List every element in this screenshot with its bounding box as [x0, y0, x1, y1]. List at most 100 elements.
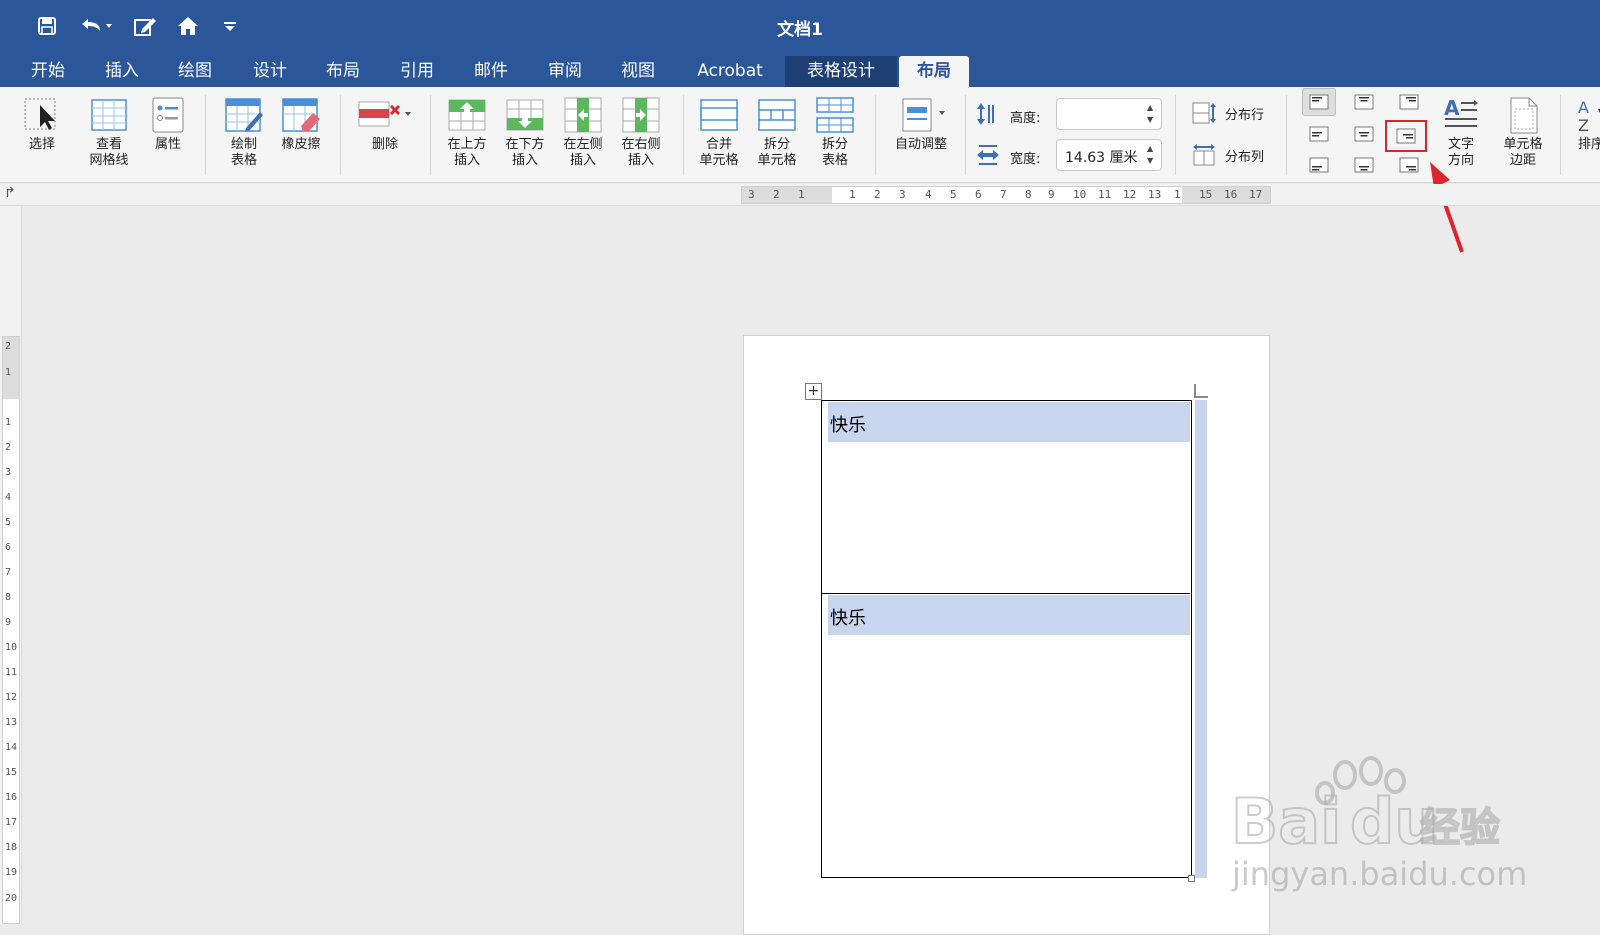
delete-button[interactable]: 删除 [354, 93, 416, 153]
ruler-tick: 16 [5, 792, 18, 803]
ribbon-separator [1560, 95, 1561, 175]
ruler-tick: 1 [5, 417, 12, 428]
ruler-tick: 1 [1174, 188, 1181, 201]
tab-mailings[interactable]: 邮件 [461, 56, 521, 87]
ruler-tick: 1 [849, 188, 856, 201]
width-label: 宽度: [1010, 152, 1041, 167]
ruler-tick: 5 [950, 188, 957, 201]
text-direction-icon: A [1441, 93, 1481, 137]
ruler-tick: 3 [5, 467, 12, 478]
horizontal-ruler[interactable]: ↱ 3 2 1 1 2 3 4 5 6 7 8 9 10 11 12 13 1 … [0, 184, 1600, 206]
table-resize-handle[interactable] [1188, 875, 1195, 882]
select-label: 选择 [28, 137, 55, 152]
align-bottom-center-button[interactable] [1347, 151, 1381, 179]
merge-cells-button[interactable]: 合并 单元格 [692, 93, 746, 169]
height-field[interactable]: ▲ ▼ [1056, 98, 1162, 130]
insert-above-button[interactable]: 在上方 插入 [440, 93, 494, 169]
table-move-handle-icon[interactable]: + [805, 383, 822, 400]
properties-button[interactable]: 属性 [142, 93, 194, 153]
insert-above-label: 在上方 插入 [447, 137, 487, 168]
ruler-tick: 11 [1098, 188, 1112, 201]
height-stepper[interactable]: ▲ ▼ [1147, 102, 1157, 126]
tab-table-layout[interactable]: 布局 [899, 56, 969, 87]
height-label: 高度: [1010, 111, 1041, 126]
sort-label: 排序 [1577, 137, 1600, 152]
align-top-center-button[interactable] [1347, 88, 1381, 116]
autofit-button[interactable]: 自动调整 [886, 93, 956, 153]
distribute-columns-button[interactable]: 分布列 [1191, 143, 1264, 167]
split-table-button[interactable]: 拆分 表格 [808, 93, 862, 169]
cell-selection [828, 595, 1190, 635]
eraser-button[interactable]: 橡皮擦 [275, 93, 327, 153]
tab-table-design[interactable]: 表格设计 [785, 56, 897, 87]
autofit-label: 自动调整 [894, 137, 947, 152]
insert-below-button[interactable]: 在下方 插入 [498, 93, 552, 169]
split-cells-button[interactable]: 拆分 单元格 [750, 93, 804, 169]
align-middle-center-icon [1354, 126, 1374, 142]
ruler-tick: 15 [5, 767, 18, 778]
table-row[interactable]: 快乐 [822, 594, 1190, 877]
table-corner-marker [1194, 384, 1208, 398]
ruler-tick: 1 [5, 367, 12, 378]
table-row[interactable]: 快乐 [822, 401, 1190, 594]
ruler-tick: 17 [5, 817, 18, 828]
align-middle-center-button[interactable] [1347, 120, 1381, 148]
ruler-tick: 18 [5, 842, 18, 853]
draw-table-label: 绘制 表格 [230, 137, 257, 168]
align-middle-right-button[interactable] [1385, 120, 1427, 152]
align-top-left-icon [1309, 94, 1329, 110]
cell-text[interactable]: 快乐 [830, 411, 866, 437]
ruler-tick: 9 [1048, 188, 1055, 201]
align-top-center-icon [1354, 94, 1374, 110]
svg-text:经验: 经验 [1420, 805, 1500, 851]
view-gridlines-button[interactable]: 查看 网格线 [83, 93, 135, 169]
align-top-left-button[interactable] [1302, 88, 1336, 116]
ruler-tick: 14 [5, 742, 18, 753]
tab-home[interactable]: 开始 [18, 56, 78, 87]
tab-stop-icon[interactable]: ↱ [4, 185, 16, 201]
align-top-right-button[interactable] [1392, 88, 1426, 116]
properties-icon [148, 93, 188, 137]
insert-right-button[interactable]: 在右侧 插入 [614, 93, 668, 169]
cell-margins-button[interactable]: 单元格 边距 [1492, 93, 1554, 169]
svg-text:A: A [1578, 98, 1589, 117]
title-bar: 文档1 [0, 0, 1600, 52]
distribute-rows-button[interactable]: 分布行 [1191, 101, 1264, 125]
table[interactable]: 快乐 快乐 [821, 400, 1192, 878]
delete-label: 删除 [371, 137, 398, 152]
ruler-tick: 5 [5, 517, 12, 528]
svg-text:A: A [1444, 96, 1460, 120]
distribute-columns-icon [1193, 144, 1215, 166]
tab-review[interactable]: 审阅 [535, 56, 595, 87]
ruler-scale: 3 2 1 1 2 3 4 5 6 7 8 9 10 11 12 13 1 15… [741, 186, 1271, 204]
sort-button[interactable]: AZ 排序 [1571, 93, 1600, 153]
tab-view[interactable]: 视图 [608, 56, 668, 87]
eraser-label: 橡皮擦 [281, 137, 321, 152]
vertical-ruler[interactable]: 2 1 1 2 3 4 5 6 7 8 9 10 11 12 13 14 15 … [0, 206, 22, 924]
select-cursor-icon [22, 93, 62, 137]
draw-table-button[interactable]: 绘制 表格 [218, 93, 270, 169]
insert-left-button[interactable]: 在左侧 插入 [556, 93, 610, 169]
tab-insert[interactable]: 插入 [92, 56, 152, 87]
insert-right-icon [621, 93, 661, 137]
table-selection-bar [1195, 400, 1207, 878]
row-height-icon [975, 101, 997, 131]
tab-draw[interactable]: 绘图 [165, 56, 225, 87]
align-middle-left-button[interactable] [1302, 120, 1336, 148]
ruler-tick: 8 [5, 592, 12, 603]
ribbon-separator [1286, 95, 1287, 175]
tab-layout[interactable]: 布局 [313, 56, 373, 87]
align-bottom-left-button[interactable] [1302, 151, 1336, 179]
tab-references[interactable]: 引用 [387, 56, 447, 87]
insert-below-label: 在下方 插入 [505, 137, 545, 168]
width-stepper[interactable]: ▲ ▼ [1147, 143, 1157, 167]
align-bottom-left-icon [1309, 157, 1329, 173]
ruler-tick: 11 [5, 667, 18, 678]
tab-acrobat[interactable]: Acrobat [684, 56, 776, 87]
ruler-tick: 6 [5, 542, 12, 553]
tab-design[interactable]: 设计 [240, 56, 300, 87]
select-button[interactable]: 选择 [16, 93, 68, 153]
cell-text[interactable]: 快乐 [830, 604, 866, 630]
split-cells-label: 拆分 单元格 [757, 137, 797, 168]
width-field[interactable]: 14.63 厘米 ▲ ▼ [1056, 139, 1162, 171]
